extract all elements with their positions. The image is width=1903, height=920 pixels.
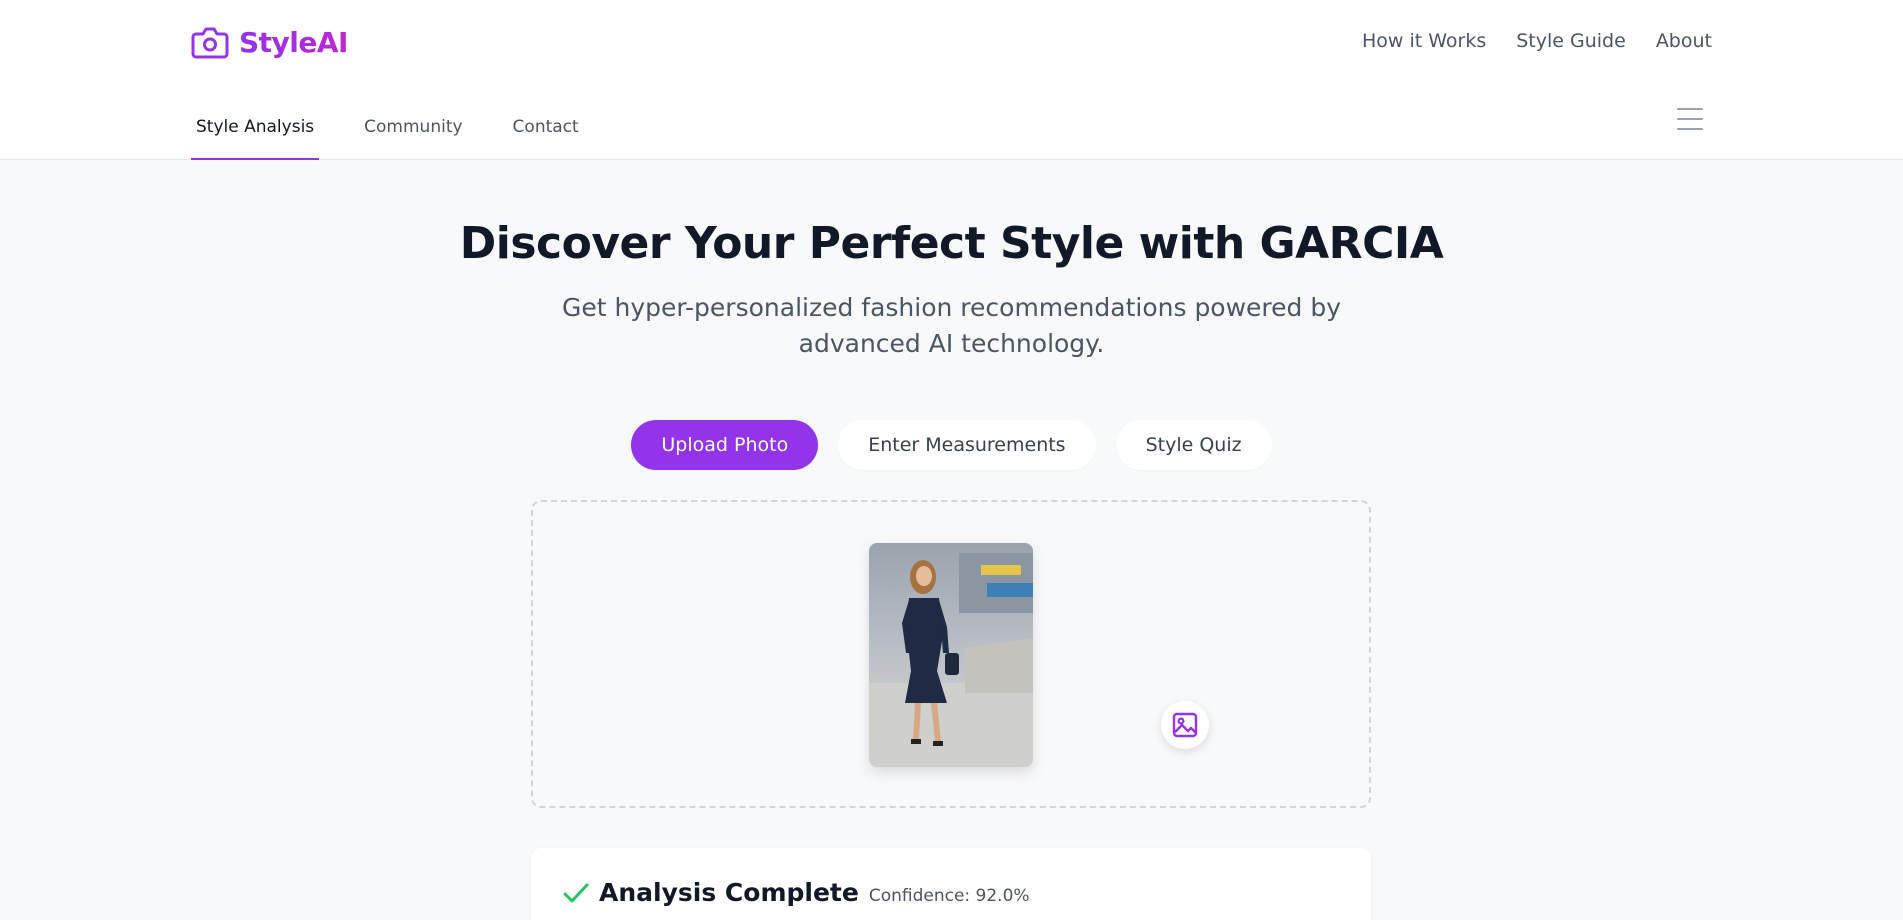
uploaded-photo-preview — [869, 543, 1033, 767]
image-icon — [1172, 712, 1198, 738]
nav-link-about[interactable]: About — [1656, 26, 1712, 56]
site-header: StyleAI How it Works Style Guide About S… — [0, 0, 1903, 160]
nav-link-style-guide[interactable]: Style Guide — [1516, 26, 1626, 56]
hamburger-menu-icon[interactable] — [1677, 108, 1703, 130]
page-title: Discover Your Perfect Style with GARCIA — [459, 218, 1444, 269]
analysis-result-card: Analysis Complete Confidence: 92.0% — [531, 848, 1371, 920]
enter-measurements-button[interactable]: Enter Measurements — [838, 420, 1096, 470]
page-subtitle: Get hyper-personalized fashion recommend… — [561, 293, 1342, 358]
brand-logo[interactable]: StyleAI — [191, 24, 348, 60]
tab-contact[interactable]: Contact — [508, 104, 584, 160]
upload-photo-button[interactable]: Upload Photo — [631, 420, 819, 470]
choose-image-button[interactable] — [1161, 701, 1209, 749]
confidence-score: Confidence: 92.0% — [868, 886, 1030, 906]
top-nav: How it Works Style Guide About — [1362, 26, 1712, 56]
section-tabs: Style Analysis Community Contact — [191, 104, 624, 160]
photo-dropzone[interactable] — [531, 500, 1371, 808]
brand-name: StyleAI — [239, 25, 348, 59]
style-quiz-button[interactable]: Style Quiz — [1115, 420, 1272, 470]
tab-community[interactable]: Community — [359, 104, 467, 160]
input-mode-tabs: Upload Photo Enter Measurements Style Qu… — [0, 420, 1903, 470]
camera-icon — [191, 27, 229, 59]
nav-link-how-it-works[interactable]: How it Works — [1362, 26, 1486, 56]
analysis-header: Analysis Complete Confidence: 92.0% — [563, 878, 1030, 907]
check-icon — [563, 883, 589, 902]
tab-style-analysis[interactable]: Style Analysis — [191, 104, 320, 160]
analysis-title: Analysis Complete — [599, 878, 859, 907]
